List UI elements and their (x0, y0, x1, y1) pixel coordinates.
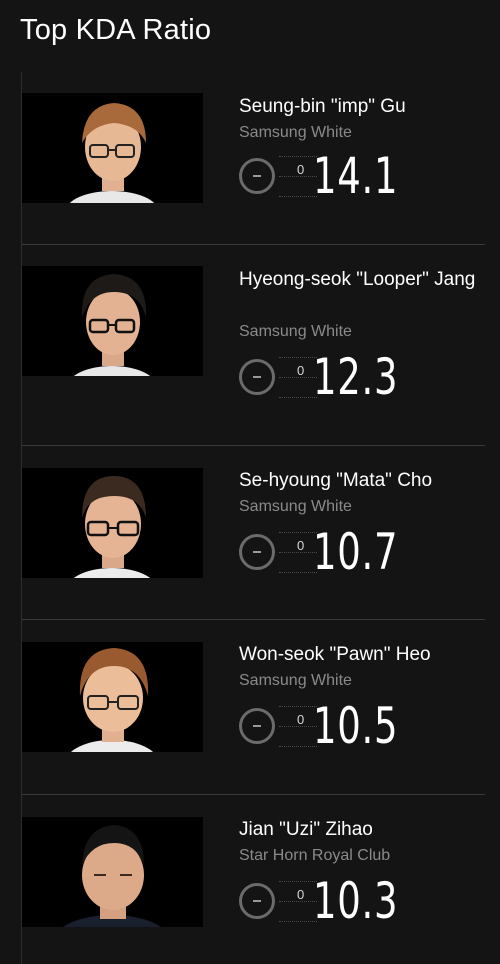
kda-value: 10.5 (313, 697, 399, 755)
minus-circle-icon (239, 708, 275, 744)
counter-value: 0 (297, 162, 305, 177)
minus-circle-icon (239, 359, 275, 395)
counter-value: 0 (297, 887, 305, 902)
player-name: Se-hyoung "Mata" Cho (239, 470, 433, 491)
player-photo (22, 93, 203, 203)
player-photo (22, 266, 203, 376)
kda-stat: 0 10.7 (239, 523, 439, 588)
player-team: Samsung White (239, 124, 352, 141)
kda-value: 10.7 (313, 523, 399, 581)
player-list: Seung-bin "imp" Gu Samsung White 0 14.1 … (21, 72, 485, 964)
player-card[interactable]: Seung-bin "imp" Gu Samsung White 0 14.1 (22, 72, 485, 245)
page-title: Top KDA Ratio (20, 14, 212, 46)
counter-value: 0 (297, 538, 305, 553)
player-card[interactable]: Hyeong-seok "Looper" Jang Samsung White … (22, 245, 485, 446)
kda-value: 14.1 (313, 147, 399, 205)
minus-circle-icon (239, 883, 275, 919)
kda-stat: 0 12.3 (239, 348, 439, 413)
kda-stat: 0 10.3 (239, 872, 439, 937)
player-photo (22, 817, 203, 927)
player-team: Star Horn Royal Club (239, 847, 391, 864)
player-card[interactable]: Se-hyoung "Mata" Cho Samsung White 0 10.… (22, 446, 485, 620)
counter-value: 0 (297, 712, 305, 727)
player-card[interactable]: Won-seok "Pawn" Heo Samsung White 0 10.5 (22, 620, 485, 795)
minus-circle-icon (239, 534, 275, 570)
kda-stat: 0 10.5 (239, 697, 439, 762)
player-name: Jian "Uzi" Zihao (239, 819, 373, 840)
kda-value: 12.3 (313, 348, 399, 406)
player-photo (22, 642, 203, 752)
player-name: Won-seok "Pawn" Heo (239, 644, 431, 665)
minus-circle-icon (239, 158, 275, 194)
player-photo (22, 468, 203, 578)
player-name: Hyeong-seok "Looper" Jang (239, 269, 476, 290)
counter-value: 0 (297, 363, 305, 378)
player-team: Samsung White (239, 498, 352, 515)
player-card[interactable]: Jian "Uzi" Zihao Star Horn Royal Club 0 … (22, 795, 485, 964)
player-team: Samsung White (239, 672, 352, 689)
player-team: Samsung White (239, 323, 352, 340)
player-name: Seung-bin "imp" Gu (239, 96, 406, 117)
kda-stat: 0 14.1 (239, 147, 439, 212)
kda-value: 10.3 (313, 872, 399, 930)
